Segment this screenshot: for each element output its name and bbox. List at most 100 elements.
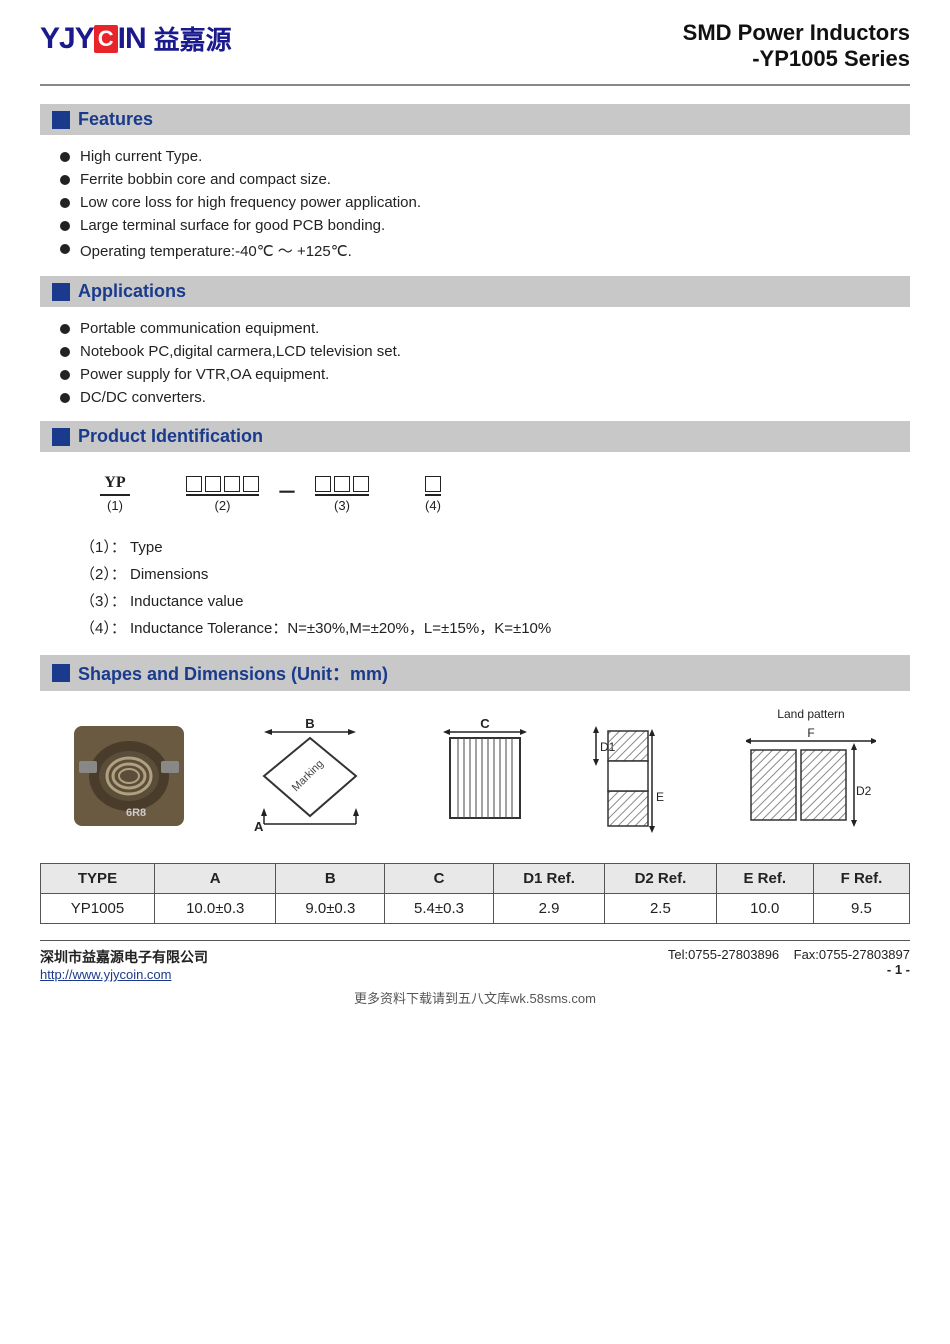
bullet-dot bbox=[60, 324, 70, 334]
list-item: Notebook PC,digital carmera,LCD televisi… bbox=[40, 340, 910, 363]
table-header-d1: D1 Ref. bbox=[493, 864, 604, 894]
bullet-dot bbox=[60, 244, 70, 254]
table-header-row: TYPE A B C D1 Ref. D2 Ref. E Ref. F Ref. bbox=[41, 864, 910, 894]
product-id-blue-square bbox=[52, 428, 70, 446]
dimensions-table: TYPE A B C D1 Ref. D2 Ref. E Ref. F Ref.… bbox=[40, 863, 910, 924]
svg-text:6R8: 6R8 bbox=[126, 807, 146, 819]
applications-blue-square bbox=[52, 283, 70, 301]
svg-text:C: C bbox=[480, 716, 490, 731]
table-cell-e: 10.0 bbox=[716, 894, 813, 924]
applications-section-header: Applications bbox=[40, 276, 910, 307]
shapes-diagrams: 6R8 B Marking A bbox=[40, 697, 910, 855]
list-item: Operating temperature:-40℃ ～ +125℃. bbox=[40, 237, 910, 264]
pid-item-3: (3) bbox=[315, 476, 369, 513]
front-view-svg: C bbox=[440, 716, 530, 836]
company-name: 深圳市益嘉源电子有限公司 bbox=[40, 947, 208, 967]
company-url[interactable]: http://www.yjycoin.com bbox=[40, 967, 208, 982]
list-item: Large terminal surface for good PCB bond… bbox=[40, 214, 910, 237]
pid-box bbox=[315, 476, 331, 492]
pid-box bbox=[353, 476, 369, 492]
pid-label-yp: YP bbox=[100, 474, 130, 496]
title-line1: SMD Power Inductors bbox=[683, 20, 910, 46]
logo-zh: 益嘉源 bbox=[154, 20, 232, 57]
side-view-svg: B Marking A bbox=[242, 716, 382, 836]
svg-text:Marking: Marking bbox=[290, 758, 326, 794]
svg-text:D2: D2 bbox=[856, 784, 872, 798]
shapes-title: Shapes and Dimensions (Unit：mm) bbox=[78, 660, 388, 686]
footer-contact: Tel:0755-27803896 Fax:0755-27803897 bbox=[668, 947, 910, 962]
profile-svg: D1 E bbox=[588, 711, 688, 841]
logo-in: IN bbox=[118, 22, 146, 56]
list-item: High current Type. bbox=[40, 145, 910, 168]
pid-boxes-3 bbox=[315, 476, 369, 496]
pid-num-1: (1) bbox=[107, 498, 123, 513]
list-item: Portable communication equipment. bbox=[40, 317, 910, 340]
product-id-diagram: YP (1) (2) － bbox=[40, 458, 910, 527]
table-cell-f: 9.5 bbox=[813, 894, 909, 924]
pid-box bbox=[425, 476, 441, 492]
profile-view-diagram: D1 E bbox=[588, 711, 688, 841]
table-cell-a: 10.0±0.3 bbox=[154, 894, 275, 924]
land-pattern-label: Land pattern bbox=[777, 707, 844, 721]
logo-area: YJY C IN 益嘉源 bbox=[40, 20, 232, 57]
bullet-dot bbox=[60, 393, 70, 403]
legend-item-2: （2）： Dimensions bbox=[80, 560, 870, 587]
bullet-dot bbox=[60, 175, 70, 185]
table-header-type: TYPE bbox=[41, 864, 155, 894]
legend-item-3: （3）： Inductance value bbox=[80, 587, 870, 614]
footer-watermark: 更多资料下载请到五八文库wk.58sms.com bbox=[40, 988, 910, 1007]
pid-num-4: (4) bbox=[425, 498, 441, 513]
pid-dash: － bbox=[277, 476, 297, 505]
table-header-a: A bbox=[154, 864, 275, 894]
legend-item-1: （1）： Type bbox=[80, 533, 870, 560]
legend-item-4: （4）： Inductance Tolerance：N=±30%,M=±20%，… bbox=[80, 614, 870, 641]
page-number: - 1 - bbox=[668, 962, 910, 977]
table-cell-d1: 2.9 bbox=[493, 894, 604, 924]
land-pattern-svg: F D2 bbox=[746, 725, 876, 845]
table-header-f: F Ref. bbox=[813, 864, 909, 894]
pid-box bbox=[334, 476, 350, 492]
side-view-diagram: B Marking A bbox=[242, 716, 382, 836]
footer-right: Tel:0755-27803896 Fax:0755-27803897 - 1 … bbox=[668, 947, 910, 977]
applications-title: Applications bbox=[78, 281, 186, 302]
pid-item-2: (2) bbox=[186, 476, 259, 513]
shapes-section-header: Shapes and Dimensions (Unit：mm) bbox=[40, 655, 910, 691]
pid-box bbox=[205, 476, 221, 492]
product-id-title: Product Identification bbox=[78, 426, 263, 447]
pid-legend: （1）： Type （2）： Dimensions （3）： Inductanc… bbox=[40, 527, 910, 647]
list-item: Ferrite bobbin core and compact size. bbox=[40, 168, 910, 191]
features-title: Features bbox=[78, 109, 153, 130]
table-header-e: E Ref. bbox=[716, 864, 813, 894]
table-row: YP1005 10.0±0.3 9.0±0.3 5.4±0.3 2.9 2.5 … bbox=[41, 894, 910, 924]
pid-boxes-4 bbox=[425, 476, 441, 496]
pid-box bbox=[224, 476, 240, 492]
table-header-c: C bbox=[385, 864, 494, 894]
inductor-photo-diagram: 6R8 bbox=[74, 726, 184, 826]
table-header-b: B bbox=[276, 864, 385, 894]
pid-num-3: (3) bbox=[334, 498, 350, 513]
pid-row: YP (1) (2) － bbox=[100, 474, 441, 513]
shapes-blue-square bbox=[52, 664, 70, 682]
pid-item-4: (4) bbox=[425, 476, 441, 513]
table-header-d2: D2 Ref. bbox=[605, 864, 716, 894]
page-header: YJY C IN 益嘉源 SMD Power Inductors -YP1005… bbox=[40, 20, 910, 86]
bullet-dot bbox=[60, 347, 70, 357]
features-blue-square bbox=[52, 111, 70, 129]
list-item: DC/DC converters. bbox=[40, 386, 910, 409]
applications-list: Portable communication equipment. Notebo… bbox=[40, 313, 910, 413]
front-view-diagram: C bbox=[440, 716, 530, 836]
bullet-dot bbox=[60, 370, 70, 380]
pid-box bbox=[186, 476, 202, 492]
svg-text:F: F bbox=[807, 726, 814, 740]
features-list: High current Type. Ferrite bobbin core a… bbox=[40, 141, 910, 268]
logo: YJY C IN 益嘉源 bbox=[40, 20, 232, 57]
bullet-dot bbox=[60, 198, 70, 208]
table-cell-d2: 2.5 bbox=[605, 894, 716, 924]
table-cell-b: 9.0±0.3 bbox=[276, 894, 385, 924]
bullet-dot bbox=[60, 152, 70, 162]
features-section-header: Features bbox=[40, 104, 910, 135]
pid-box bbox=[243, 476, 259, 492]
title-line2: -YP1005 Series bbox=[683, 46, 910, 72]
svg-text:E: E bbox=[656, 790, 664, 804]
inductor-photo-svg: 6R8 bbox=[74, 726, 184, 826]
